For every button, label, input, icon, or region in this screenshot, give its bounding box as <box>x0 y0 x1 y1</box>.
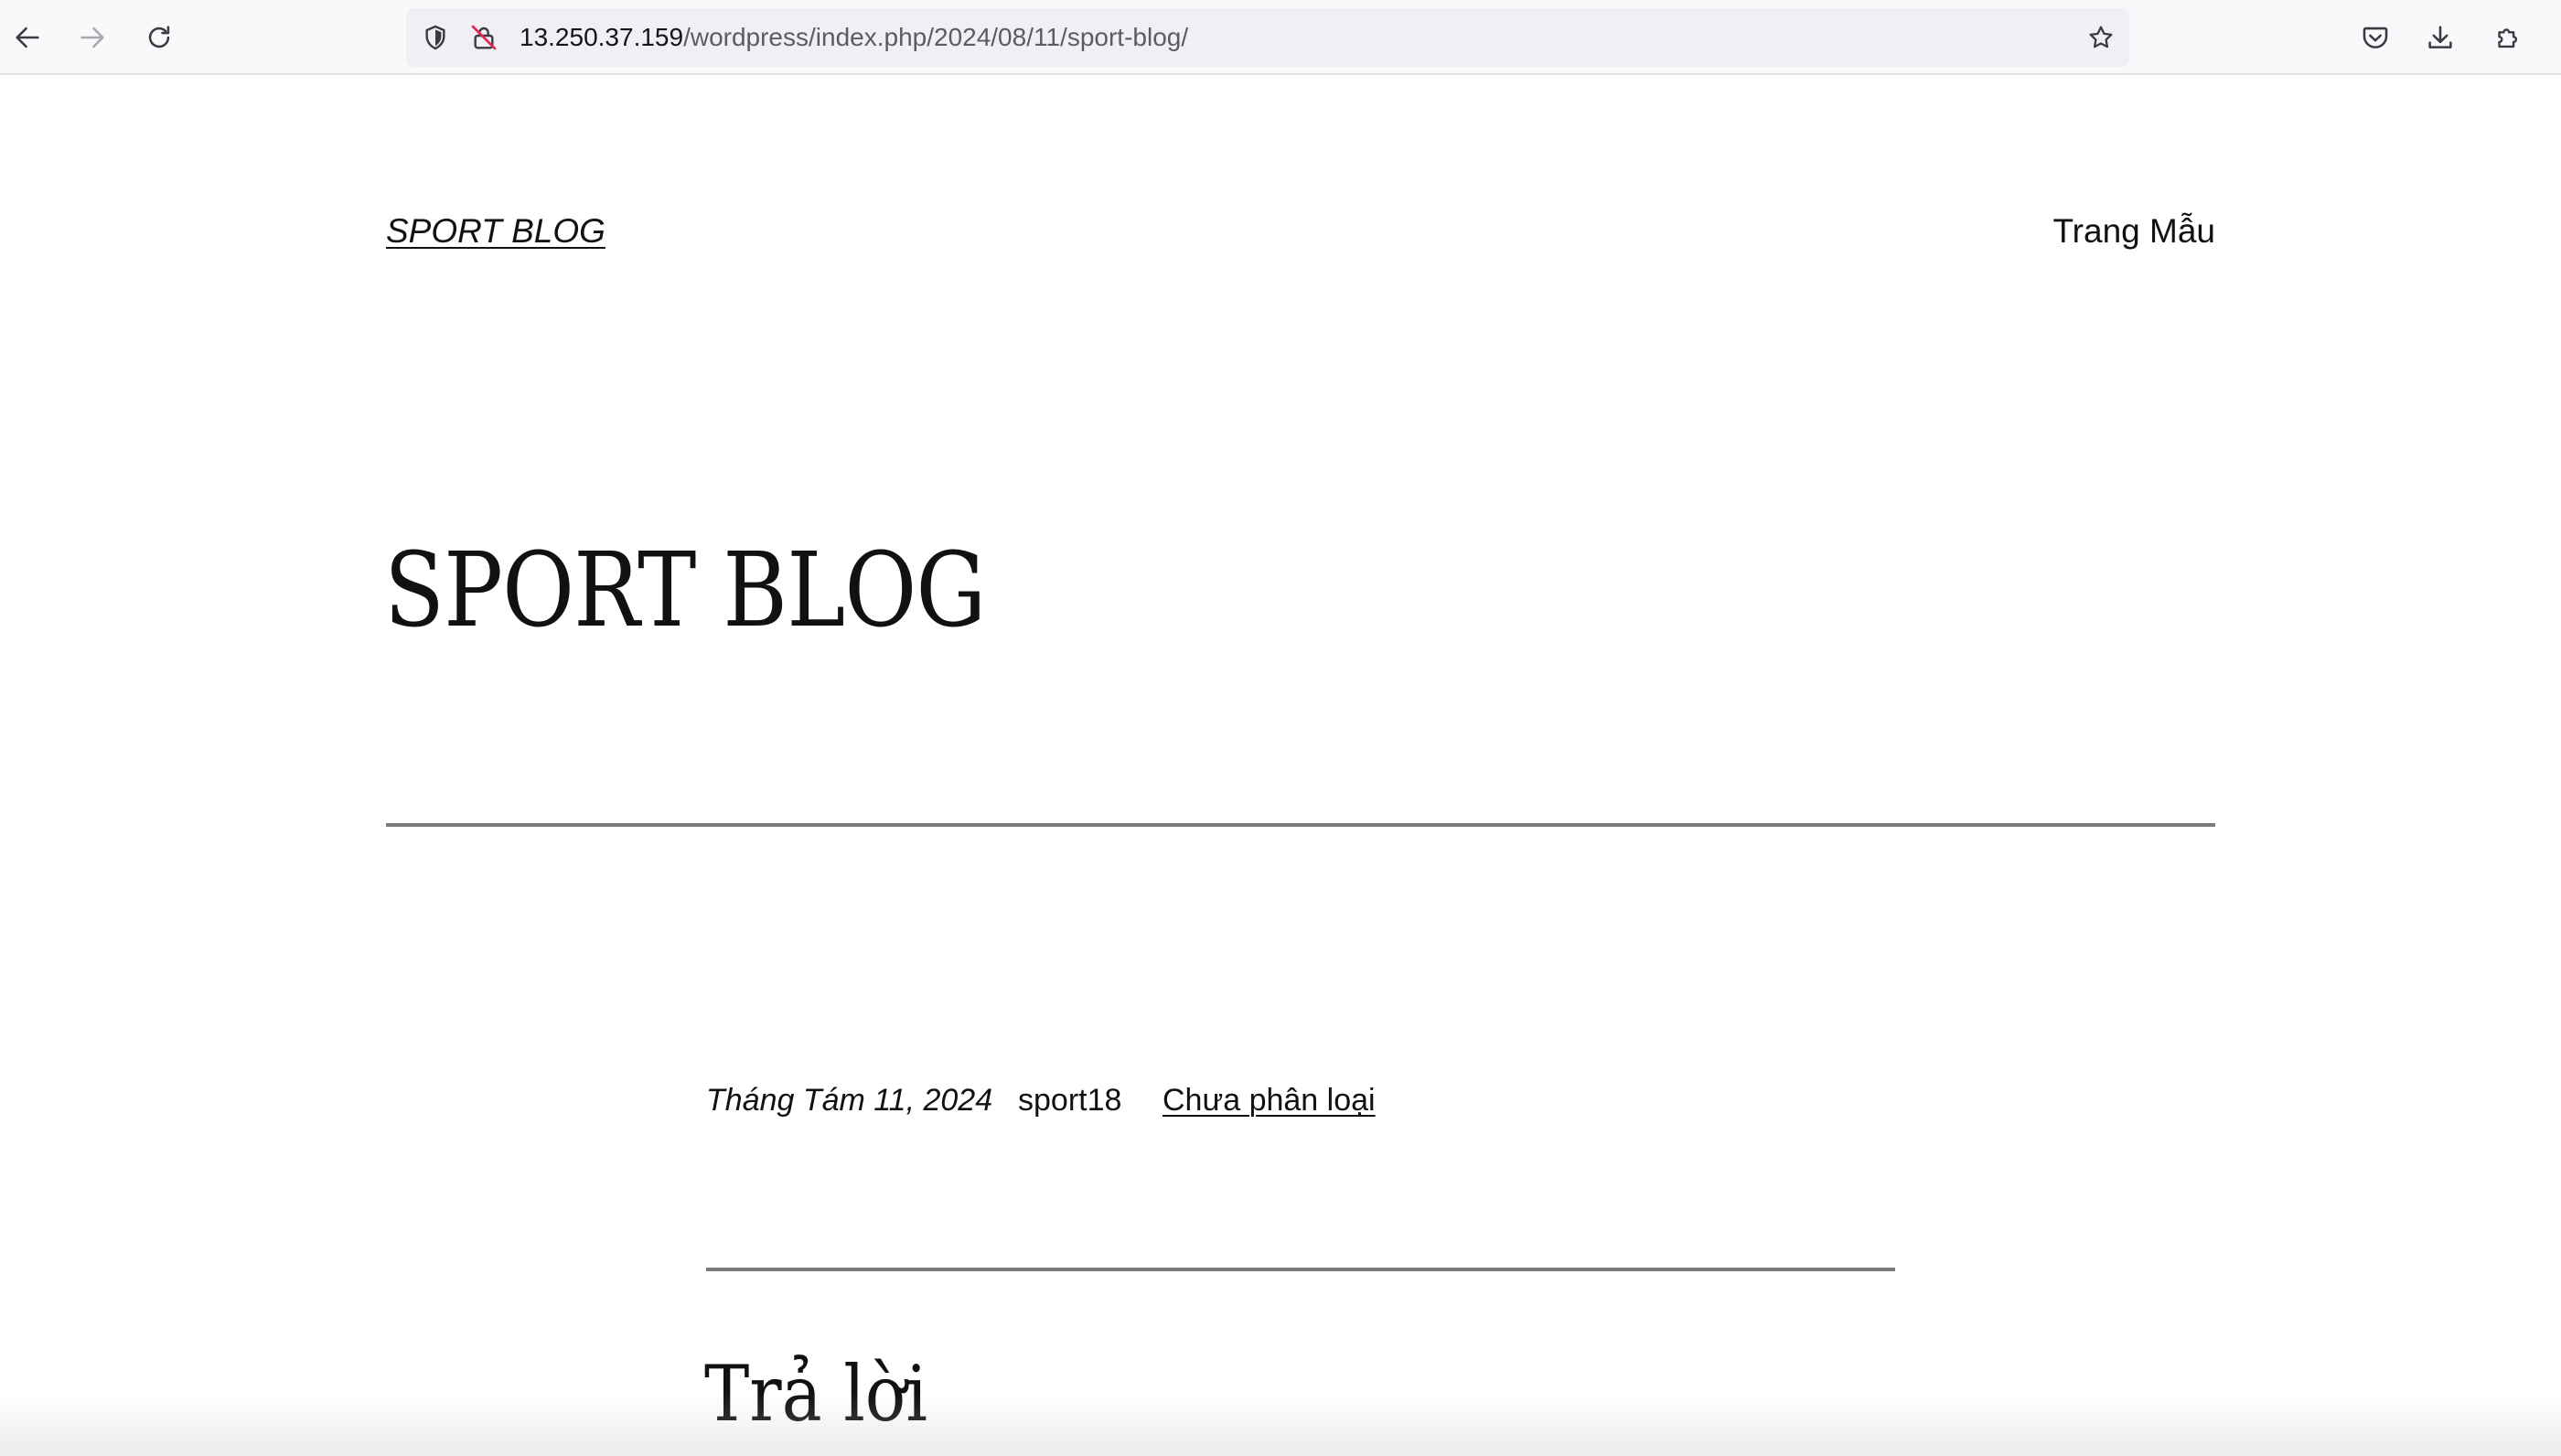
shield-icon[interactable] <box>420 22 451 53</box>
extensions-icon <box>2498 28 2518 48</box>
title-separator <box>386 823 2215 827</box>
page-content: SPORT BLOG Trang Mẫu SPORT BLOG Tháng Tá… <box>0 75 2561 1456</box>
reply-heading: Trả lời <box>704 1349 927 1439</box>
post-category-link[interactable]: Chưa phân loại <box>1163 1083 1376 1119</box>
bottom-shadow <box>0 1392 2561 1456</box>
nav-item-trang-mau[interactable]: Trang Mẫu <box>2052 212 2215 251</box>
back-button[interactable] <box>6 16 48 59</box>
forward-arrow-icon <box>80 27 104 48</box>
content-separator <box>706 1268 1895 1271</box>
download-icon <box>2428 26 2452 48</box>
reload-icon <box>148 26 170 48</box>
url-host: 13.250.37.159 <box>520 23 684 51</box>
site-title-link[interactable]: SPORT BLOG <box>386 212 605 251</box>
forward-button[interactable] <box>71 16 113 59</box>
pocket-button[interactable] <box>2354 16 2396 59</box>
url-text[interactable]: 13.250.37.159/wordpress/index.php/2024/0… <box>520 8 1188 67</box>
insecure-lock-icon[interactable] <box>468 22 499 53</box>
extensions-button[interactable] <box>2486 16 2528 59</box>
star-icon[interactable] <box>2085 22 2116 53</box>
post-author: sport18 <box>1018 1083 1122 1118</box>
post-title: SPORT BLOG <box>384 531 986 650</box>
address-bar[interactable]: 13.250.37.159/wordpress/index.php/2024/0… <box>406 8 2129 67</box>
url-path: /wordpress/index.php/2024/08/11/sport-bl… <box>683 23 1189 51</box>
reload-button[interactable] <box>138 16 180 59</box>
downloads-button[interactable] <box>2419 16 2461 59</box>
browser-toolbar: 13.250.37.159/wordpress/index.php/2024/0… <box>0 0 2561 75</box>
back-arrow-icon <box>16 27 39 48</box>
post-date: Tháng Tám 11, 2024 <box>706 1083 993 1118</box>
pocket-icon <box>2363 27 2388 48</box>
